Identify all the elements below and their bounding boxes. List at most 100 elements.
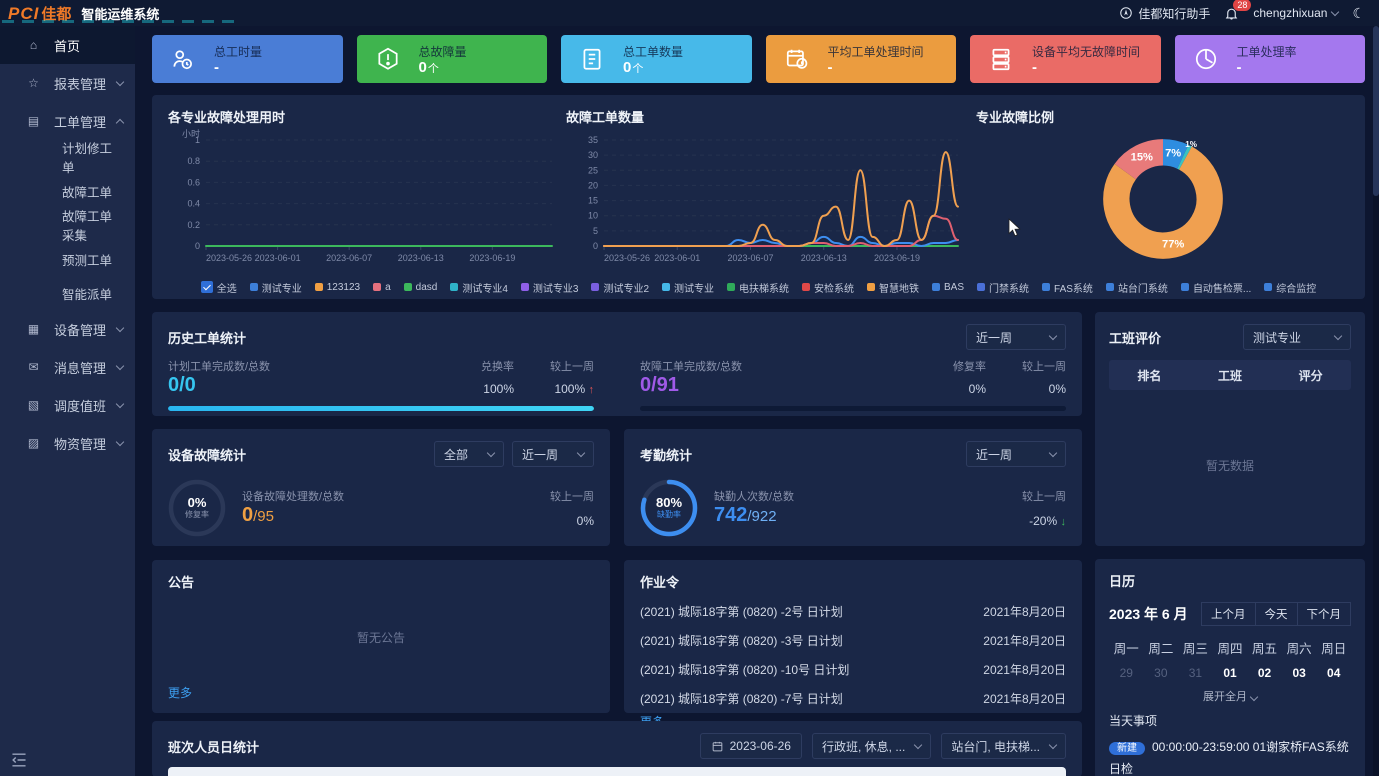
stat-card-value: - — [214, 61, 262, 76]
legend-item[interactable]: 站台门系统 — [1106, 280, 1168, 295]
stat-card: 设备平均无故障时间 - — [970, 35, 1161, 83]
stat-card-label: 平均工单处理时间 — [828, 43, 924, 60]
legend-item[interactable]: 测试专业2 — [591, 280, 649, 295]
weekday-label: 周二 — [1144, 638, 1179, 657]
work-order-row[interactable]: (2021) 城际18字第 (0820) -10号 日计划 2021年8月20日 — [640, 655, 1066, 684]
legend-item[interactable]: 自动售检票... — [1181, 280, 1251, 295]
legend-item[interactable]: 安检系统 — [802, 280, 854, 295]
next-month-button[interactable]: 下个月 — [1298, 602, 1352, 626]
calendar-day[interactable]: 03 — [1282, 666, 1317, 680]
legend-item[interactable]: BAS — [932, 282, 964, 293]
shift-stats-panel: 班次人员日统计 2023-06-26 行政班, 休息, ... 站台门, 电扶梯… — [152, 721, 1082, 776]
sidebar-item[interactable]: 智能派单 — [0, 276, 135, 310]
legend-item[interactable]: 测试专业3 — [521, 280, 579, 295]
stat-card-value: - — [828, 61, 924, 76]
svg-text:1%: 1% — [1185, 140, 1197, 149]
sidebar-item[interactable]: ✉ 消息管理 — [0, 348, 135, 386]
legend-item[interactable]: FAS系统 — [1042, 280, 1093, 295]
weekday-label: 周四 — [1213, 638, 1248, 657]
fault-value: 0/91 — [640, 374, 916, 396]
evaluation-filter-select[interactable]: 测试专业 — [1243, 324, 1351, 350]
legend-item[interactable]: 测试专业 — [662, 280, 714, 295]
work-order-name: (2021) 城际18字第 (0820) -2号 日计划 — [640, 603, 843, 620]
work-order-row[interactable]: (2021) 城际18字第 (0820) -3号 日计划 2021年8月20日 — [640, 626, 1066, 655]
chevron-icon — [116, 399, 124, 407]
sidebar-item[interactable]: 预测工单 — [0, 242, 135, 276]
sidebar-item[interactable]: ▧ 调度值班 — [0, 386, 135, 424]
stat-card: 平均工单处理时间 - — [766, 35, 957, 83]
expand-month-toggle[interactable]: 展开全月 — [1109, 688, 1351, 704]
legend-item[interactable]: dasd — [404, 282, 438, 293]
calendar-day[interactable]: 29 — [1109, 666, 1144, 680]
sidebar-item[interactable]: ⌂ 首页 — [0, 26, 135, 64]
stat-cards-row: 总工时量 - 总故障量 0个 总工单数量 0个 — [152, 35, 1365, 83]
checkbox-checked-icon[interactable] — [201, 281, 213, 293]
history-fault-block: 故障工单完成数/总数 修复率 较上一周 0/91 0% 0% — [640, 358, 1066, 411]
calendar-day[interactable]: 04 — [1316, 666, 1351, 680]
work-order-list: (2021) 城际18字第 (0820) -2号 日计划 2021年8月20日 … — [640, 597, 1066, 713]
prev-month-button[interactable]: 上个月 — [1201, 602, 1256, 626]
svg-text:7%: 7% — [1165, 148, 1181, 160]
user-menu[interactable]: chengzhixuan — [1253, 6, 1338, 20]
plan-label: 计划工单完成数/总数 — [168, 358, 444, 374]
legend-label: FAS系统 — [1054, 280, 1093, 295]
legend-dot — [315, 283, 323, 291]
legend-item[interactable]: 电扶梯系统 — [727, 280, 789, 295]
notification-button[interactable]: 28 — [1224, 6, 1239, 21]
today-button[interactable]: 今天 — [1256, 602, 1298, 626]
legend-item[interactable]: 测试专业4 — [450, 280, 508, 295]
work-order-row[interactable]: (2021) 城际18字第 (0820) -7号 日计划 2021年8月20日 — [640, 684, 1066, 713]
legend-item[interactable]: 综合监控 — [1264, 280, 1316, 295]
svg-text:0: 0 — [195, 241, 200, 251]
scrollbar[interactable] — [1373, 26, 1379, 776]
legend-item[interactable]: 123123 — [315, 282, 360, 293]
sidebar-collapse-button[interactable] — [10, 752, 28, 768]
stat-card-value: 0个 — [419, 61, 467, 76]
legend-item[interactable]: 测试专业 — [250, 280, 302, 295]
weekday-label: 周日 — [1316, 638, 1351, 657]
menu-icon: ▧ — [26, 398, 41, 412]
history-range-select[interactable]: 近一周 — [966, 324, 1066, 350]
sidebar-item[interactable]: 故障工单 — [0, 174, 135, 208]
shift-date-picker[interactable]: 2023-06-26 — [700, 733, 802, 759]
legend-select-all[interactable]: 全选 — [201, 280, 237, 295]
attendance-range-select[interactable]: 近一周 — [966, 441, 1066, 467]
line-chart-fault-count: 051015202530352023-05-262023-06-012023-0… — [566, 128, 966, 268]
assistant-button[interactable]: 佳都知行助手 — [1119, 5, 1210, 22]
evaluation-column-header: 排名 — [1109, 367, 1190, 384]
device-filter-select[interactable]: 全部 — [434, 441, 504, 467]
notice-more-link[interactable]: 更多 — [168, 684, 594, 701]
calendar-day[interactable]: 31 — [1178, 666, 1213, 680]
legend-dot — [867, 283, 875, 291]
svg-text:0.6: 0.6 — [187, 177, 200, 187]
svg-text:0.2: 0.2 — [187, 220, 200, 230]
sidebar-item[interactable]: ▨ 物资管理 — [0, 424, 135, 462]
chevron-down-icon — [1049, 740, 1057, 748]
sidebar-item-label: 首页 — [54, 36, 80, 55]
sidebar-item[interactable]: ☆ 报表管理 — [0, 64, 135, 102]
legend-item[interactable]: 门禁系统 — [977, 280, 1029, 295]
shift-system-select[interactable]: 站台门, 电扶梯... — [941, 733, 1066, 759]
calendar-event[interactable]: 新建00:00:00-23:59:00 01谢家桥FAS系统日检 L18车站一工… — [1109, 737, 1351, 776]
legend-label: 安检系统 — [814, 280, 854, 295]
calendar-day[interactable]: 30 — [1144, 666, 1179, 680]
svg-text:10: 10 — [588, 211, 598, 221]
sidebar-item[interactable]: ▤ 工单管理 — [0, 102, 135, 140]
shift-type-select[interactable]: 行政班, 休息, ... — [812, 733, 931, 759]
svg-text:2023-05-26: 2023-05-26 — [604, 253, 650, 263]
sidebar-item[interactable]: ▦ 设备管理 — [0, 310, 135, 348]
username: chengzhixuan — [1253, 6, 1327, 20]
calendar-day[interactable]: 01 — [1213, 666, 1248, 680]
calendar-day[interactable]: 02 — [1247, 666, 1282, 680]
svg-text:30: 30 — [588, 150, 598, 160]
legend-item[interactable]: a — [373, 282, 391, 293]
sidebar-item[interactable]: 故障工单采集 — [0, 208, 135, 242]
work-order-row[interactable]: (2021) 城际18字第 (0820) -2号 日计划 2021年8月20日 — [640, 597, 1066, 626]
legend-label: 综合监控 — [1276, 280, 1316, 295]
legend-item[interactable]: 智慧地铁 — [867, 280, 919, 295]
theme-toggle[interactable]: ☾ — [1352, 5, 1365, 22]
sidebar-item[interactable]: 计划修工单 — [0, 140, 135, 174]
device-range-select[interactable]: 近一周 — [512, 441, 594, 467]
legend-label: 站台门系统 — [1118, 280, 1168, 295]
legend-label: 智慧地铁 — [879, 280, 919, 295]
